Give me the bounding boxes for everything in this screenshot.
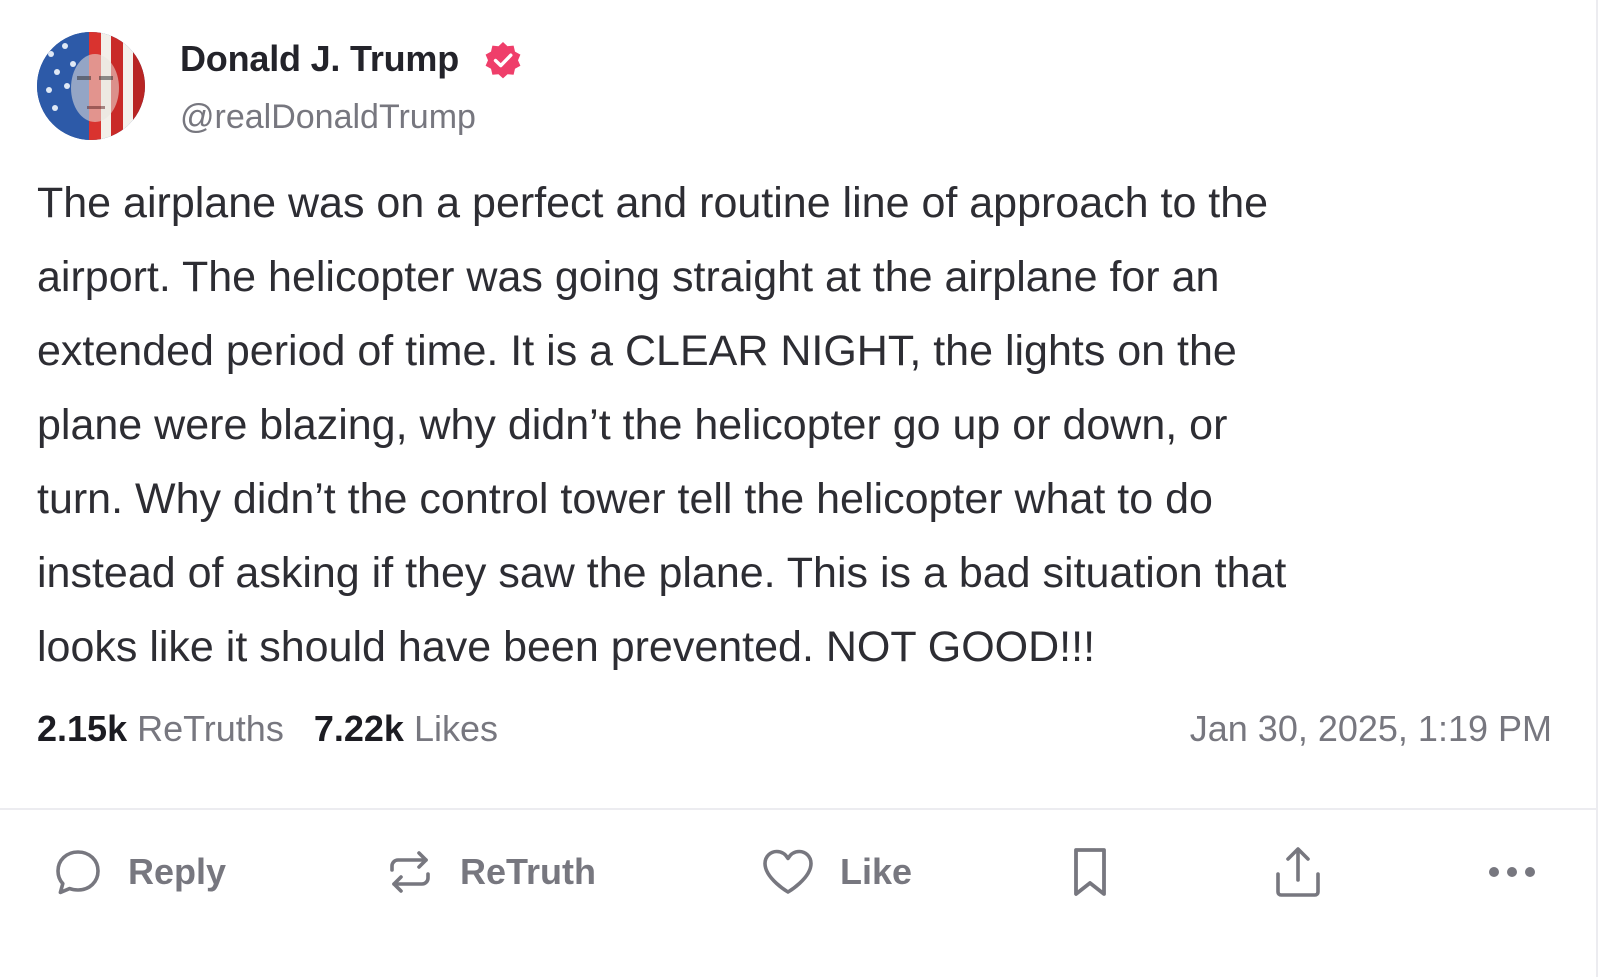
post-text-line: instead of asking if they saw the plane.…: [37, 549, 1287, 597]
retruths-label: ReTruths: [137, 708, 284, 749]
post-text-line: The airplane was on a perfect and routin…: [37, 179, 1269, 227]
user-handle[interactable]: @realDonaldTrump: [180, 98, 476, 137]
share-icon: [1272, 844, 1324, 900]
verified-badge-icon: [482, 40, 524, 82]
like-label: Like: [840, 851, 913, 892]
reply-icon: [52, 846, 104, 898]
heart-icon: [760, 846, 816, 898]
reply-button[interactable]: Reply: [52, 842, 226, 902]
retruth-label: ReTruth: [460, 851, 597, 892]
likes-stat[interactable]: 7.22k Likes: [314, 708, 498, 749]
bookmark-icon: [1068, 844, 1112, 900]
post-text-line: turn. Why didn’t the control tower tell …: [37, 475, 1213, 523]
bookmark-button[interactable]: [1068, 842, 1112, 902]
post-text-line: looks like it should have been prevented…: [37, 623, 1096, 671]
like-button[interactable]: Like: [760, 842, 912, 902]
retruth-button[interactable]: ReTruth: [384, 842, 596, 902]
post-timestamp[interactable]: Jan 30, 2025, 1:19 PM: [1190, 708, 1552, 750]
post-text-line: airport. The helicopter was going straig…: [37, 253, 1220, 301]
post-stats: 2.15k ReTruths 7.22k Likes: [37, 708, 498, 750]
more-options-button[interactable]: [1486, 842, 1538, 902]
post-text-line: plane were blazing, why didn’t the helic…: [37, 401, 1228, 449]
reply-label: Reply: [128, 851, 227, 892]
retruth-icon: [384, 846, 436, 898]
avatar[interactable]: [37, 32, 145, 140]
post-card: Donald J. Trump @realDonaldTrump The air…: [0, 0, 1598, 977]
likes-label: Likes: [413, 708, 498, 749]
retruths-count: 2.15k: [37, 708, 128, 749]
post-text-line: extended period of time. It is a CLEAR N…: [37, 327, 1237, 375]
post-text: The airplane was on a perfect and routin…: [37, 166, 1567, 684]
likes-count: 7.22k: [313, 708, 404, 749]
display-name[interactable]: Donald J. Trump: [180, 38, 459, 80]
share-button[interactable]: [1272, 842, 1324, 902]
retruths-stat[interactable]: 2.15k ReTruths: [37, 708, 284, 749]
divider: [0, 808, 1596, 810]
more-icon: [1486, 862, 1538, 882]
